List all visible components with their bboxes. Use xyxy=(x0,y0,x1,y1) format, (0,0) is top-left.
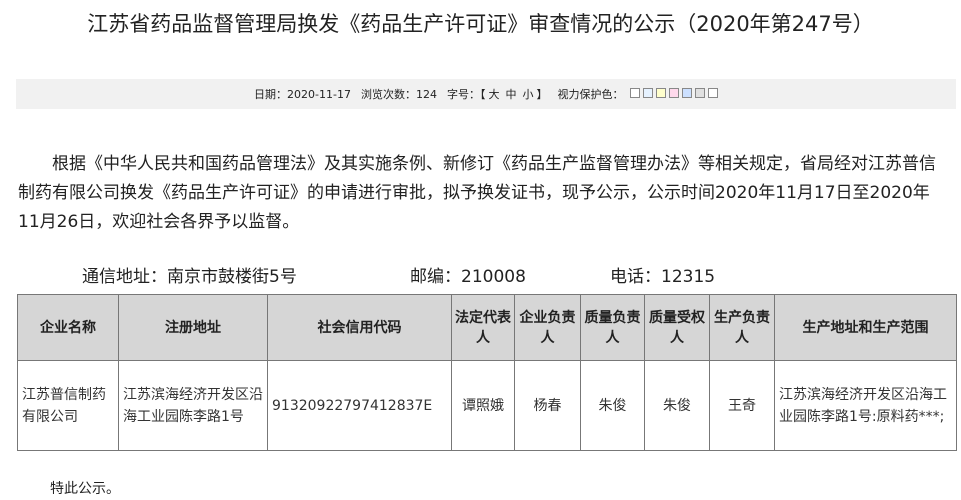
eye-color-swatch-3[interactable] xyxy=(655,88,666,98)
font-size-control: 字号：【大中小】 xyxy=(446,88,548,101)
eye-color-swatch-1[interactable] xyxy=(629,88,640,98)
contact-address: 通信地址：南京市鼓楼街5号 xyxy=(82,267,297,287)
eye-color-swatch-7[interactable] xyxy=(707,88,718,98)
table-row: 江苏普信制药有限公司 江苏滨海经济开发区沿海工业园陈李路1号 913209227… xyxy=(17,360,957,451)
header-quality-head: 质量负责人 xyxy=(580,294,645,361)
eye-color-swatch-5[interactable] xyxy=(681,88,692,98)
cell-registered-address: 江苏滨海经济开发区沿海工业园陈李路1号 xyxy=(118,360,268,451)
font-size-large-button[interactable]: 大 xyxy=(488,88,499,101)
header-production-scope: 生产地址和生产范围 xyxy=(774,294,957,361)
table-header-row: 企业名称 注册地址 社会信用代码 法定代表人 企业负责人 质量负责人 质量受权人… xyxy=(17,294,957,361)
cell-production-scope: 江苏滨海经济开发区沿海工业园陈李路1号:原料药***; xyxy=(774,360,957,451)
date-info: 日期：2020-11-17 xyxy=(254,88,351,101)
enterprise-table: 企业名称 注册地址 社会信用代码 法定代表人 企业负责人 质量负责人 质量受权人… xyxy=(17,294,957,451)
header-legal-representative: 法定代表人 xyxy=(451,294,515,361)
view-count-info: 浏览次数：124 xyxy=(360,88,437,101)
contact-info: 通信地址：南京市鼓楼街5号 邮编：210008 电话：12315 xyxy=(82,262,715,287)
header-company-name: 企业名称 xyxy=(17,294,119,361)
cell-company-head: 杨春 xyxy=(514,360,581,451)
contact-phone: 电话：12315 xyxy=(610,267,716,287)
cell-quality-authorized: 朱俊 xyxy=(644,360,710,451)
eye-color-swatch-6[interactable] xyxy=(694,88,705,98)
eye-protection-control: 视力保护色： xyxy=(557,86,718,102)
info-bar: 日期：2020-11-17 浏览次数：124 字号：【大中小】 视力保护色： xyxy=(16,79,956,109)
cell-quality-head: 朱俊 xyxy=(580,360,645,451)
eye-color-swatch-4[interactable] xyxy=(668,88,679,98)
cell-credit-code: 91320922797412837E xyxy=(267,360,452,451)
eye-color-swatch-2[interactable] xyxy=(642,88,653,98)
notice-body-text: 根据《中华人民共和国药品管理法》及其实施条例、新修订《药品生产监督管理办法》等相… xyxy=(18,154,936,232)
view-count: 124 xyxy=(415,88,437,101)
font-size-small-button[interactable]: 小 xyxy=(522,88,533,101)
eye-color-swatches xyxy=(627,88,718,98)
cell-company-name: 江苏普信制药有限公司 xyxy=(17,360,119,451)
header-production-head: 生产负责人 xyxy=(709,294,775,361)
font-size-medium-button[interactable]: 中 xyxy=(505,88,516,101)
header-credit-code: 社会信用代码 xyxy=(267,294,452,361)
publish-date: 2020-11-17 xyxy=(287,88,351,101)
cell-production-head: 王奇 xyxy=(709,360,775,451)
contact-postcode: 邮编：210008 xyxy=(410,267,526,287)
header-registered-address: 注册地址 xyxy=(118,294,268,361)
page-title: 江苏省药品监督管理局换发《药品生产许可证》审查情况的公示（2020年第247号） xyxy=(87,12,874,36)
header-quality-authorized: 质量受权人 xyxy=(644,294,710,361)
header-company-head: 企业负责人 xyxy=(514,294,581,361)
closing-remark: 特此公示。 xyxy=(50,481,120,497)
cell-legal-representative: 谭照娥 xyxy=(451,360,515,451)
